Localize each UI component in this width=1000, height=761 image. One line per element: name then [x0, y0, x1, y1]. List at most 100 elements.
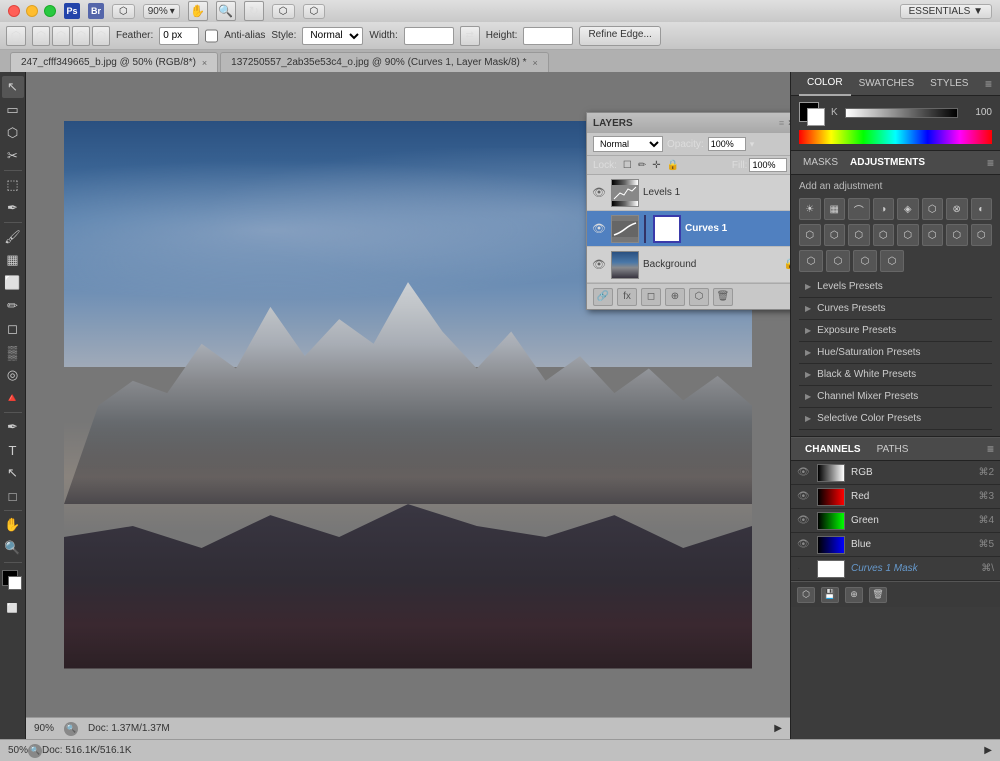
adj-extra4-icon[interactable]: ⬡ — [880, 250, 904, 272]
opt3[interactable]: ⬡ — [72, 26, 90, 46]
arrange-btn[interactable]: ⬡ — [272, 4, 295, 19]
lock-brush-icon[interactable]: ✏ — [638, 160, 646, 171]
selection-icon[interactable]: ⬡ — [6, 26, 26, 46]
swap-icon[interactable]: ⇄ — [460, 26, 480, 46]
rectangular-marquee-tool[interactable]: ▭ — [2, 99, 24, 121]
adj-color-lookup-icon[interactable]: ⬡ — [848, 224, 870, 246]
masks-tab[interactable]: MASKS — [797, 151, 844, 175]
channel-eye-rgb[interactable]: 👁 — [797, 467, 811, 478]
adj-brightness-icon[interactable]: ☀ — [799, 198, 821, 220]
color-tab[interactable]: COLOR — [799, 72, 851, 96]
adj-extra3-icon[interactable]: ⬡ — [853, 250, 877, 272]
channels-tab[interactable]: CHANNELS — [797, 437, 869, 461]
channel-eye-red[interactable]: 👁 — [797, 491, 811, 502]
quick-select-tool[interactable]: ✂ — [2, 145, 24, 167]
preset-hue-sat[interactable]: ▶ Hue/Saturation Presets — [799, 342, 992, 364]
layer-curves1[interactable]: 👁 Curves 1 — [587, 211, 790, 247]
channel-green[interactable]: 👁 Green ⌘4 — [791, 509, 1000, 533]
channel-save-btn[interactable]: 💾 — [821, 587, 839, 603]
layer-eye-curves1[interactable]: 👁 — [591, 222, 607, 235]
lock-move-icon[interactable]: ✛ — [652, 160, 660, 171]
shape-tool[interactable]: □ — [2, 485, 24, 507]
tab-0-close[interactable]: × — [202, 58, 207, 68]
preset-bw[interactable]: ▶ Black & White Presets — [799, 364, 992, 386]
adj-bw-icon[interactable]: ◐ — [971, 198, 993, 220]
bottom-zoom-icon[interactable]: 🔍 — [28, 744, 42, 758]
maximize-button[interactable] — [44, 5, 56, 17]
crop-tool[interactable]: ⬚ — [2, 174, 24, 196]
adj-extra2-icon[interactable]: ⬡ — [826, 250, 850, 272]
lock-check-icon[interactable]: ☐ — [623, 160, 632, 171]
rotate-tool[interactable]: ↻ — [244, 1, 264, 21]
clone-stamp-tool[interactable]: ⬜ — [2, 272, 24, 294]
bottom-arrow[interactable]: ▶ — [984, 745, 992, 756]
paths-tab[interactable]: PATHS — [869, 437, 917, 461]
adj-photo-filter-icon[interactable]: ⬡ — [799, 224, 821, 246]
preset-levels[interactable]: ▶ Levels Presets — [799, 276, 992, 298]
style-select[interactable]: Normal — [302, 27, 363, 45]
channel-to-selection-btn[interactable]: ⬡ — [797, 587, 815, 603]
type-tool[interactable]: T — [2, 439, 24, 461]
pen-tool[interactable]: ✒ — [2, 416, 24, 438]
zoom-tool[interactable]: 🔍 — [216, 1, 236, 21]
layer-background[interactable]: 👁 Background 🔒 — [587, 247, 790, 283]
opt1[interactable]: ⬡ — [32, 26, 50, 46]
minimize-button[interactable] — [26, 5, 38, 17]
opacity-dropdown-icon[interactable]: ▾ — [750, 139, 755, 150]
path-select-tool[interactable]: ↖ — [2, 462, 24, 484]
lasso-tool[interactable]: ⬡ — [2, 122, 24, 144]
layer-levels1[interactable]: 👁 Levels 1 — [587, 175, 790, 211]
channel-blue[interactable]: 👁 Blue ⌘5 — [791, 533, 1000, 557]
lock-all-icon[interactable]: 🔒 — [667, 160, 679, 171]
channels-panel-menu[interactable]: ≡ — [987, 442, 994, 456]
zoom-control[interactable]: 90% ▾ — [143, 4, 180, 19]
opt4[interactable]: ⬡ — [92, 26, 110, 46]
quick-mask-tool[interactable]: ⬜ — [2, 597, 24, 619]
preset-curves[interactable]: ▶ Curves Presets — [799, 298, 992, 320]
channel-delete-btn[interactable]: 🗑 — [869, 587, 887, 603]
layout-btn[interactable]: ⬡ — [112, 4, 135, 19]
tool-extra-1[interactable]: ⬜ — [2, 597, 24, 619]
channel-eye-curves-mask[interactable]: · — [797, 563, 811, 574]
adj-vibrance-icon[interactable]: ◈ — [897, 198, 919, 220]
layer-eye-levels1[interactable]: 👁 — [591, 186, 607, 199]
zoom-tool-tb[interactable]: 🔍 — [2, 537, 24, 559]
color-panel-menu[interactable]: ≡ — [985, 77, 992, 91]
add-style-btn[interactable]: fx — [617, 288, 637, 306]
dodge-tool[interactable]: 🔺 — [2, 387, 24, 409]
tab-1[interactable]: 137250557_2ab35e53c4_o.jpg @ 90% (Curves… — [220, 52, 549, 72]
zoom-icon[interactable]: 🔍 — [64, 722, 78, 736]
adj-color-balance-icon[interactable]: ⊗ — [946, 198, 968, 220]
channel-rgb[interactable]: 👁 RGB ⌘2 — [791, 461, 1000, 485]
adj-levels-icon[interactable]: ▦ — [824, 198, 846, 220]
refine-edge-button[interactable]: Refine Edge... — [579, 26, 660, 46]
blur-tool[interactable]: ◎ — [2, 364, 24, 386]
gradient-tool[interactable]: ▒ — [2, 341, 24, 363]
preset-selective-color[interactable]: ▶ Selective Color Presets — [799, 408, 992, 430]
adj-threshold-icon[interactable]: ⬡ — [922, 224, 944, 246]
new-fill-layer-btn[interactable]: ⊕ — [665, 288, 685, 306]
anti-alias-checkbox[interactable] — [205, 27, 218, 45]
hand-tool-tb[interactable]: ✋ — [2, 514, 24, 536]
channel-new-btn[interactable]: ⊕ — [845, 587, 863, 603]
adj-exposure-icon[interactable]: ◑ — [873, 198, 895, 220]
layer-eye-bg[interactable]: 👁 — [591, 258, 607, 271]
height-input[interactable] — [523, 27, 573, 45]
canvas-arrow[interactable]: ▶ — [774, 723, 782, 734]
spot-heal-tool[interactable]: 🖌 — [2, 226, 24, 248]
width-input[interactable] — [404, 27, 454, 45]
adj-extra1-icon[interactable]: ⬡ — [799, 250, 823, 272]
eyedropper-tool[interactable]: ✒ — [2, 197, 24, 219]
k-slider[interactable] — [845, 108, 958, 118]
styles-tab[interactable]: STYLES — [922, 72, 976, 96]
opacity-input[interactable] — [708, 137, 746, 151]
new-layer-btn[interactable]: ⬡ — [689, 288, 709, 306]
history-brush-tool[interactable]: ✏ — [2, 295, 24, 317]
adj-gradient-map-icon[interactable]: ⬡ — [946, 224, 968, 246]
color-spectrum[interactable] — [799, 130, 992, 144]
adj-curves-icon[interactable]: ⌒ — [848, 198, 870, 220]
layers-panel-close[interactable]: × — [788, 118, 790, 129]
adj-invert-icon[interactable]: ⬡ — [873, 224, 895, 246]
fill-dropdown-icon[interactable]: ▾ — [789, 160, 790, 171]
brush-tool[interactable]: ▦ — [2, 249, 24, 271]
